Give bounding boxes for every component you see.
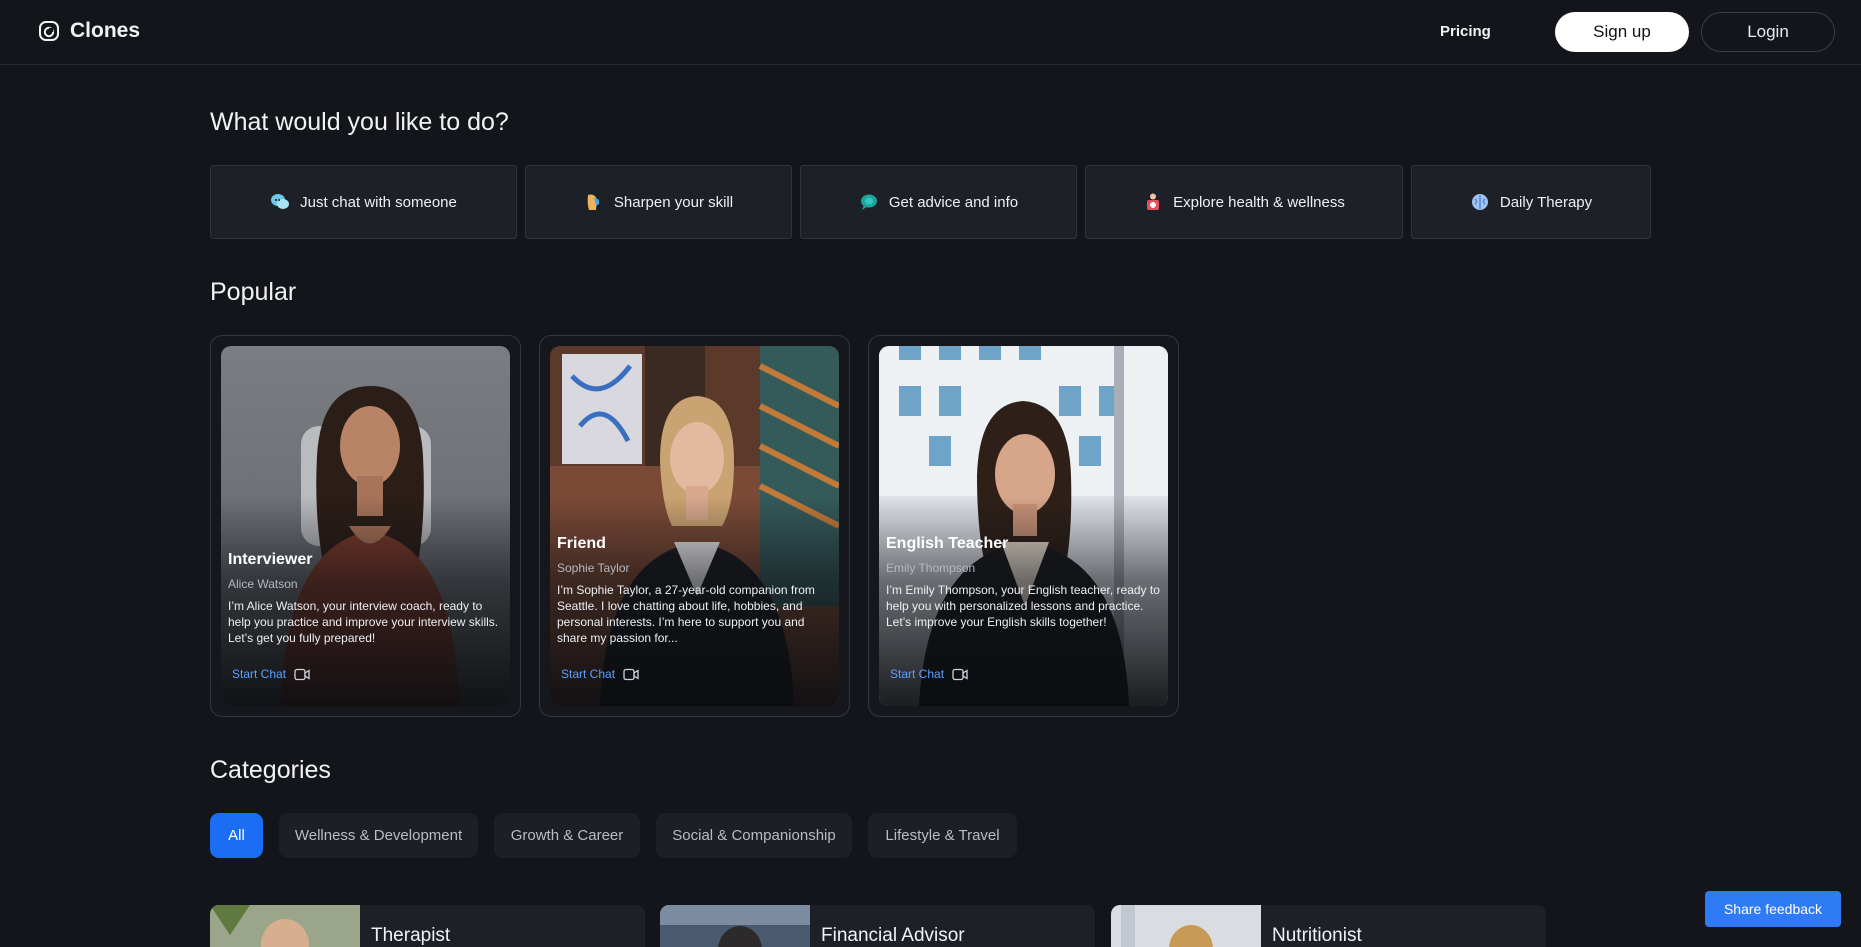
category-chip-all[interactable]: All bbox=[210, 813, 263, 858]
intent-just-chat[interactable]: Just chat with someone bbox=[210, 165, 517, 239]
lightbulb-head-icon bbox=[587, 194, 600, 210]
category-card-nutritionist[interactable]: Nutritionist bbox=[1111, 905, 1546, 947]
persona-role: English Teacher bbox=[886, 535, 1009, 552]
top-bar: Clones Pricing Sign up Login bbox=[0, 0, 1861, 65]
signup-button[interactable]: Sign up bbox=[1555, 12, 1689, 52]
intent-section-title: What would you like to do? bbox=[210, 108, 509, 136]
nav-pricing[interactable]: Pricing bbox=[1440, 23, 1491, 40]
speech-bubble-icon bbox=[860, 194, 877, 210]
intent-label: Explore health & wellness bbox=[1173, 193, 1345, 211]
category-card-title: Financial Advisor bbox=[821, 925, 965, 946]
health-kit-icon bbox=[1147, 193, 1160, 210]
persona-info: Friend Sophie Taylor I’m Sophie Taylor, … bbox=[557, 535, 835, 646]
persona-thumbnail bbox=[1111, 905, 1261, 947]
persona-name: Emily Thompson bbox=[886, 561, 976, 575]
start-chat-button[interactable]: Start Chat bbox=[232, 667, 310, 681]
persona-name: Sophie Taylor bbox=[557, 561, 630, 575]
video-call-icon bbox=[952, 668, 968, 680]
popular-card-english-teacher[interactable]: English Teacher Emily Thompson I’m Emily… bbox=[868, 335, 1179, 717]
persona-thumbnail bbox=[660, 905, 810, 947]
category-card-title: Therapist bbox=[371, 925, 451, 946]
persona-description: I’m Emily Thompson, your English teacher… bbox=[886, 583, 1160, 629]
intent-label: Daily Therapy bbox=[1499, 193, 1593, 211]
popular-card-interviewer[interactable]: Interviewer Alice Watson I’m Alice Watso… bbox=[210, 335, 521, 717]
share-feedback-button[interactable]: Share feedback bbox=[1705, 891, 1841, 927]
intent-label: Just chat with someone bbox=[300, 193, 457, 211]
category-chip-growth-career[interactable]: Growth & Career bbox=[494, 813, 640, 858]
category-card-financial-advisor[interactable]: Financial Advisor bbox=[660, 905, 1095, 947]
login-button[interactable]: Login bbox=[1701, 12, 1835, 52]
persona-description: I’m Sophie Taylor, a 27-year-old compani… bbox=[557, 583, 815, 645]
intent-explore-health[interactable]: Explore health & wellness bbox=[1085, 165, 1403, 239]
popular-card-friend[interactable]: Friend Sophie Taylor I’m Sophie Taylor, … bbox=[539, 335, 850, 717]
start-chat-label: Start Chat bbox=[232, 667, 287, 681]
start-chat-button[interactable]: Start Chat bbox=[890, 667, 968, 681]
video-call-icon bbox=[623, 668, 639, 680]
brand[interactable]: Clones bbox=[38, 19, 140, 43]
brand-name: Clones bbox=[70, 19, 141, 42]
intent-get-advice[interactable]: Get advice and info bbox=[800, 165, 1077, 239]
persona-role: Interviewer bbox=[228, 551, 313, 568]
intent-sharpen-skill[interactable]: Sharpen your skill bbox=[525, 165, 792, 239]
persona-info: English Teacher Emily Thompson I’m Emily… bbox=[886, 535, 1164, 630]
intent-label: Get advice and info bbox=[888, 193, 1019, 211]
category-chip-social-companionship[interactable]: Social & Companionship bbox=[656, 813, 852, 858]
category-chip-lifestyle-travel[interactable]: Lifestyle & Travel bbox=[868, 813, 1017, 858]
categories-section-title: Categories bbox=[210, 756, 331, 784]
persona-thumbnail bbox=[210, 905, 360, 947]
brain-icon bbox=[1471, 194, 1488, 210]
persona-name: Alice Watson bbox=[228, 577, 298, 591]
category-chip-wellness-development[interactable]: Wellness & Development bbox=[279, 813, 478, 858]
persona-photo bbox=[550, 346, 839, 706]
intent-daily-therapy[interactable]: Daily Therapy bbox=[1411, 165, 1651, 239]
persona-role: Friend bbox=[557, 535, 606, 552]
start-chat-button[interactable]: Start Chat bbox=[561, 667, 639, 681]
start-chat-label: Start Chat bbox=[561, 667, 616, 681]
category-card-therapist[interactable]: Therapist bbox=[210, 905, 645, 947]
persona-description: I’m Alice Watson, your interview coach, … bbox=[228, 599, 499, 645]
persona-photo bbox=[879, 346, 1168, 706]
start-chat-label: Start Chat bbox=[890, 667, 945, 681]
category-card-title: Nutritionist bbox=[1272, 925, 1362, 946]
chat-bubbles-icon bbox=[271, 194, 290, 209]
popular-section-title: Popular bbox=[210, 278, 297, 306]
clones-logo-icon bbox=[39, 21, 59, 41]
persona-info: Interviewer Alice Watson I’m Alice Watso… bbox=[228, 551, 506, 646]
persona-photo bbox=[221, 346, 510, 706]
video-call-icon bbox=[294, 668, 310, 680]
intent-label: Sharpen your skill bbox=[613, 193, 734, 211]
